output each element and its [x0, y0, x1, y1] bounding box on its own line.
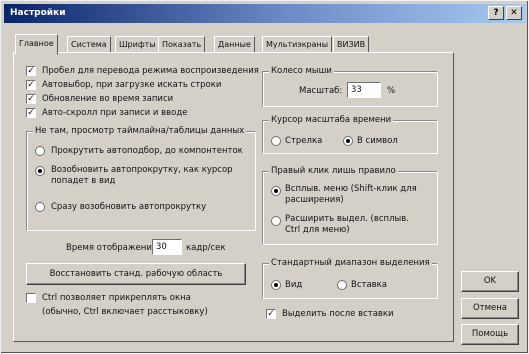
- scroll-group: Не там, просмотр таймлайна/таблицы данны…: [26, 126, 256, 231]
- wheel-group: Колесо мыши Масштаб: 33 %: [262, 66, 438, 107]
- tab-vizir[interactable]: ВИЗИВ: [333, 36, 370, 53]
- label-space-playback: Пробел для перевода режима воспроизведен…: [42, 66, 259, 76]
- label-select-after-paste: Выделить после вставки: [282, 309, 394, 319]
- settings-dialog: Настройки ? ✕ Главное Система Шрифты Пок…: [0, 0, 529, 354]
- label-autoscroll: Авто-скролл при записи и вводе: [42, 108, 188, 118]
- help-button[interactable]: Помощь: [461, 324, 519, 345]
- checkbox-select-after-paste[interactable]: ✓: [266, 309, 276, 319]
- radio-cursor-arrow[interactable]: [271, 136, 281, 146]
- right-click-group-title: Правый клик лишь правило: [269, 166, 398, 176]
- tab-system[interactable]: Система: [67, 36, 111, 53]
- delay-label: Время отображения: [66, 243, 157, 253]
- checkbox-update-recording[interactable]: ✓: [26, 94, 36, 104]
- label-popup-menu: Всплыв. меню (Shift-клик для расширения): [285, 184, 417, 205]
- label-range-view: Вид: [285, 280, 303, 290]
- radio-range-view[interactable]: [271, 280, 281, 290]
- label-cursor-symbol: В символ: [357, 136, 398, 146]
- tab-multiscreen[interactable]: Мультиэкраны: [262, 36, 333, 53]
- delay-unit: кадр/сек: [186, 243, 226, 253]
- label-scroll-2: Возобновить автопрокрутку, как курсор по…: [51, 165, 233, 186]
- checkbox-ctrl-dock[interactable]: [26, 293, 36, 303]
- checkbox-autoselect[interactable]: ✓: [26, 80, 36, 90]
- cursor-group: Курсор масштаба времени Стрелка В символ: [262, 115, 438, 154]
- title-bar: Настройки ? ✕: [4, 4, 526, 23]
- zoom-label: Масштаб:: [299, 86, 343, 96]
- radio-scroll-2[interactable]: [35, 166, 45, 176]
- restore-workspace-button[interactable]: Восстановить станд. рабочую область: [26, 263, 246, 285]
- radio-popup-menu[interactable]: [271, 186, 281, 196]
- zoom-unit: %: [387, 86, 396, 96]
- radio-scroll-1[interactable]: [35, 146, 45, 156]
- help-title-button[interactable]: ?: [488, 6, 504, 20]
- label-cursor-arrow: Стрелка: [285, 136, 323, 146]
- tab-show[interactable]: Показать: [158, 36, 206, 53]
- tab-data[interactable]: Данные: [214, 36, 255, 53]
- ok-button[interactable]: OK: [461, 271, 519, 292]
- right-click-group: Правый клик лишь правило Всплыв. меню (S…: [262, 166, 438, 245]
- radio-cursor-symbol[interactable]: [343, 136, 353, 146]
- zoom-input[interactable]: 33: [347, 82, 381, 98]
- label-range-insert: Вставка: [351, 280, 388, 290]
- cancel-button[interactable]: Отмена: [461, 298, 519, 319]
- checkbox-autoscroll[interactable]: ✓: [26, 108, 36, 118]
- radio-scroll-3[interactable]: [35, 202, 45, 212]
- label-ctrl-dock: Ctrl позволяет прикреплять окна: [42, 293, 191, 303]
- close-icon[interactable]: ✕: [506, 6, 522, 20]
- label-scroll-1: Прокрутить автоподбор, до компонтенток: [51, 146, 243, 156]
- radio-range-insert[interactable]: [337, 280, 347, 290]
- range-group-title: Стандартный диапазон выделения: [269, 258, 432, 268]
- label-extend-selection: Расширить выдел. (всплыв. Ctrl для меню): [285, 214, 409, 235]
- tab-main[interactable]: Главное: [15, 34, 58, 55]
- label-update-recording: Обновление во время записи: [42, 94, 174, 104]
- window-title: Настройки: [10, 8, 66, 18]
- range-group: Стандартный диапазон выделения Вид Встав…: [262, 258, 438, 299]
- scroll-group-title: Не там, просмотр таймлайна/таблицы данны…: [33, 126, 247, 136]
- checkbox-space-playback[interactable]: ✓: [26, 66, 36, 76]
- cursor-group-title: Курсор масштаба времени: [269, 115, 394, 125]
- tab-panel-main: ✓ Пробел для перевода режима воспроизвед…: [13, 52, 454, 342]
- label-scroll-3: Сразу возобновить автопрокрутку: [51, 202, 207, 212]
- label-autoselect: Автовыбор, при загрузке искать строки: [42, 80, 222, 90]
- radio-extend-selection[interactable]: [271, 216, 281, 226]
- wheel-group-title: Колесо мыши: [269, 66, 334, 76]
- delay-input[interactable]: 30: [152, 239, 182, 255]
- tab-fonts[interactable]: Шрифты: [115, 36, 160, 53]
- note-ctrl-dock: (обычно, Ctrl включает расстыковку): [42, 307, 208, 317]
